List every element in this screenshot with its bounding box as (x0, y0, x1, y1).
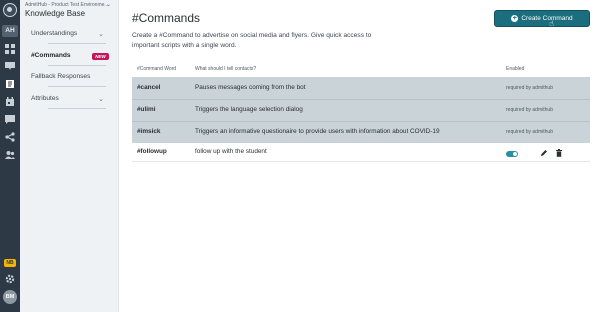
calendar-icon[interactable] (5, 97, 15, 106)
column-header-word: #Command Word (137, 66, 177, 72)
table-header: #Command Word What should I tell contact… (132, 66, 590, 76)
column-header-reply: What should I tell contacts? (195, 66, 257, 72)
command-reply: follow up with the student (195, 148, 267, 155)
pointer-cursor-icon: ☝ (549, 19, 554, 28)
new-badge: NEW (92, 53, 109, 60)
table-row[interactable]: #imsick Triggers an informative question… (132, 121, 590, 143)
command-word: #imsick (137, 128, 161, 135)
plus-icon: + (511, 15, 519, 22)
edit-pencil-icon[interactable] (540, 149, 548, 157)
command-reply: Pauses messages coming from the bot (195, 84, 306, 91)
icon-rail: AH NB BM (0, 0, 20, 312)
chevron-down-icon[interactable]: ⌄ (106, 1, 111, 8)
page-title: #Commands (132, 11, 201, 25)
org-switcher[interactable]: AH (2, 25, 18, 37)
command-reply: Triggers an informative questionaire to … (195, 128, 440, 135)
contacts-icon[interactable] (5, 150, 15, 159)
messages-icon[interactable] (5, 115, 15, 124)
page-description: Create a #Command to advertise on social… (132, 32, 372, 49)
user-avatar[interactable]: BM (3, 290, 17, 304)
beta-badge: NB (4, 259, 16, 267)
divider (48, 43, 106, 44)
enabled-toggle[interactable] (506, 151, 518, 157)
knowledge-base-sidebar: AdmitHub - Product Test Environme... ⌄ K… (20, 0, 119, 312)
delete-trash-icon[interactable] (555, 149, 563, 157)
create-command-label: Create Command (521, 15, 573, 22)
environment-selector[interactable]: AdmitHub - Product Test Environme... (25, 2, 115, 8)
divider (48, 108, 106, 109)
sidebar-item-fallback-responses[interactable]: Fallback Responses (31, 73, 116, 80)
chevron-down-icon[interactable]: ⌄ (98, 95, 104, 103)
table-row[interactable]: #ulimi Triggers the language selection d… (132, 99, 590, 121)
table-row[interactable]: #followup follow up with the student (132, 144, 590, 162)
required-label: required by admithub (506, 107, 553, 113)
knowledge-base-icon[interactable] (5, 79, 15, 88)
settings-icon[interactable] (5, 274, 15, 284)
command-word: #ulimi (137, 106, 156, 113)
dashboard-icon[interactable] (5, 44, 15, 54)
flow-icon[interactable] (5, 132, 15, 142)
sidebar-item-label: #Commands (31, 52, 71, 59)
inbox-icon[interactable] (5, 61, 15, 70)
chevron-down-icon[interactable]: ⌄ (98, 30, 104, 38)
required-label: required by admithub (506, 129, 553, 135)
required-label: required by admithub (506, 85, 553, 91)
column-header-enabled: Enabled (506, 66, 525, 72)
command-word: #followup (137, 148, 167, 155)
divider (48, 65, 106, 66)
create-command-button[interactable]: + Create Command (494, 10, 590, 27)
sidebar-item-label: Fallback Responses (31, 73, 91, 80)
command-reply: Triggers the language selection dialog (195, 106, 303, 113)
divider (48, 86, 106, 87)
sidebar-item-understandings[interactable]: Understandings ⌄ (31, 30, 116, 38)
sidebar-item-attributes[interactable]: Attributes ⌄ (31, 95, 116, 103)
sidebar-item-label: Attributes (31, 95, 59, 102)
command-word: #cancel (137, 84, 161, 91)
logo-icon[interactable] (3, 3, 17, 17)
sidebar-title: Knowledge Base (25, 9, 86, 18)
sidebar-item-label: Understandings (31, 30, 78, 37)
table-row[interactable]: #cancel Pauses messages coming from the … (132, 77, 590, 99)
